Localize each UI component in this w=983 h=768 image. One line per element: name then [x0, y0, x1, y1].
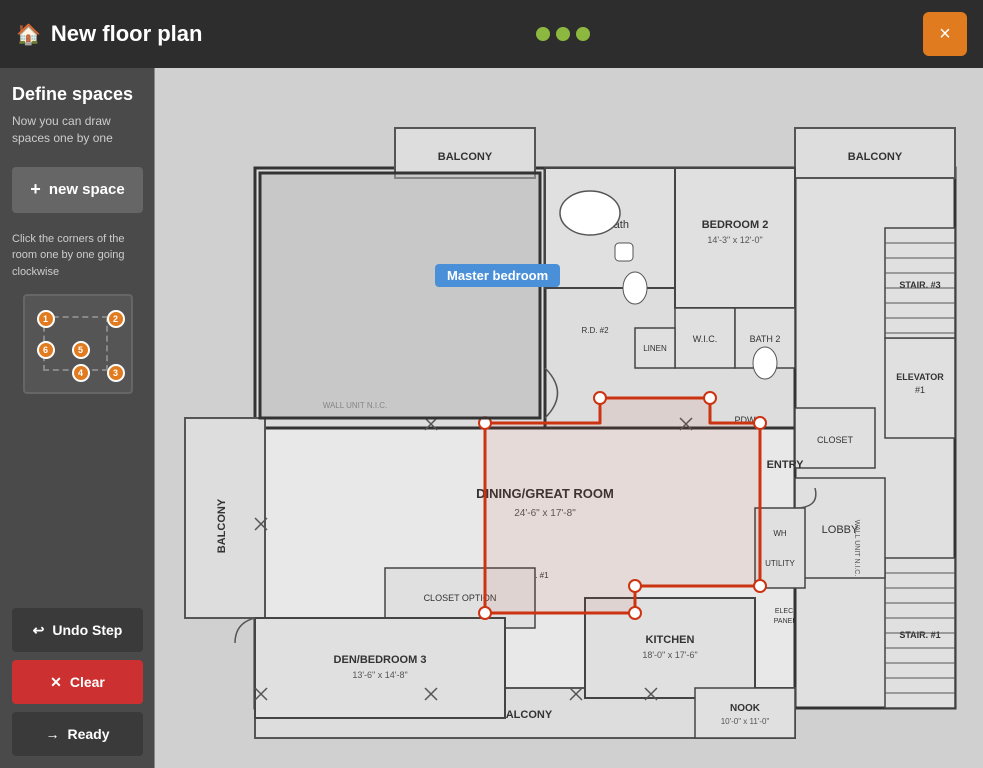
floor-plan-area[interactable]: BALCONY BALCONY BALCONY BALCONY M. Bath … [155, 68, 983, 768]
svg-text:ELEVATOR: ELEVATOR [896, 372, 944, 382]
corner-node-4: 4 [72, 364, 90, 382]
new-space-label: new space [49, 181, 125, 198]
corner-node-1: 1 [37, 310, 55, 328]
svg-text:WALL UNIT N.I.C.: WALL UNIT N.I.C. [853, 520, 860, 577]
svg-text:#1: #1 [915, 385, 925, 395]
clear-label: Clear [70, 674, 105, 690]
svg-text:CLOSET: CLOSET [817, 435, 854, 445]
svg-text:UTILITY: UTILITY [765, 559, 795, 568]
svg-text:W.I.C.: W.I.C. [693, 334, 718, 344]
svg-text:10'-0" x 11'-0": 10'-0" x 11'-0" [721, 717, 770, 726]
svg-text:LINEN: LINEN [643, 344, 667, 353]
header-dots [536, 27, 590, 41]
svg-text:BALCONY: BALCONY [216, 498, 228, 553]
define-spaces-subtitle: Now you can draw spaces one by one [12, 113, 143, 147]
svg-text:R.D. #2: R.D. #2 [581, 326, 609, 335]
header: 🏠 New floor plan × [0, 0, 983, 68]
undo-icon: ↩ [33, 622, 45, 639]
define-spaces-title: Define spaces [12, 84, 143, 105]
svg-text:NOOK: NOOK [730, 703, 761, 714]
undo-step-button[interactable]: ↩ Undo Step [12, 608, 143, 652]
plus-icon: + [30, 179, 41, 200]
svg-text:13'-6" x 14'-8": 13'-6" x 14'-8" [352, 670, 407, 680]
svg-text:STAIR. #1: STAIR. #1 [899, 630, 940, 640]
clear-button[interactable]: ✕ Clear [12, 660, 143, 704]
svg-text:DEN/BEDROOM 3: DEN/BEDROOM 3 [334, 654, 427, 666]
corner-node-3: 3 [107, 364, 125, 382]
sidebar: Define spaces Now you can draw spaces on… [0, 68, 155, 768]
floor-plan-svg: BALCONY BALCONY BALCONY BALCONY M. Bath … [155, 68, 983, 768]
app-title: New floor plan [51, 21, 203, 47]
dot-2 [556, 27, 570, 41]
home-icon: 🏠 [16, 22, 41, 47]
svg-text:BALCONY: BALCONY [848, 151, 903, 163]
undo-label: Undo Step [52, 622, 122, 638]
click-instructions: Click the corners of the room one by one… [12, 231, 143, 281]
close-button[interactable]: × [923, 12, 967, 56]
sidebar-bottom: ↩ Undo Step ✕ Clear → Ready [12, 608, 143, 756]
svg-text:BATH 2: BATH 2 [750, 334, 781, 344]
svg-text:14'-3" x 12'-0": 14'-3" x 12'-0" [707, 235, 762, 245]
clear-icon: ✕ [50, 674, 62, 691]
corner-node-6: 6 [37, 341, 55, 359]
ready-button[interactable]: → Ready [12, 712, 143, 756]
dot-3 [576, 27, 590, 41]
ready-label: Ready [67, 726, 109, 742]
corner-diagram: 1 2 3 4 5 6 [23, 294, 133, 394]
svg-text:ENTRY: ENTRY [767, 459, 805, 471]
new-space-button[interactable]: + new space [12, 167, 143, 213]
svg-text:WH: WH [773, 529, 787, 538]
svg-text:ELEC.: ELEC. [775, 608, 795, 615]
svg-text:KITCHEN: KITCHEN [646, 634, 695, 646]
svg-text:BALCONY: BALCONY [438, 151, 493, 163]
svg-text:BEDROOM 2: BEDROOM 2 [702, 219, 769, 231]
svg-text:BALCONY: BALCONY [498, 709, 553, 721]
main-layout: Define spaces Now you can draw spaces on… [0, 68, 983, 768]
arrow-right-icon: → [45, 726, 59, 742]
header-left: 🏠 New floor plan [16, 21, 202, 47]
svg-text:PANEL: PANEL [774, 618, 797, 625]
corner-node-5: 5 [72, 341, 90, 359]
svg-text:18'-0" x 17'-6": 18'-0" x 17'-6" [642, 650, 697, 660]
dot-1 [536, 27, 550, 41]
corner-node-2: 2 [107, 310, 125, 328]
